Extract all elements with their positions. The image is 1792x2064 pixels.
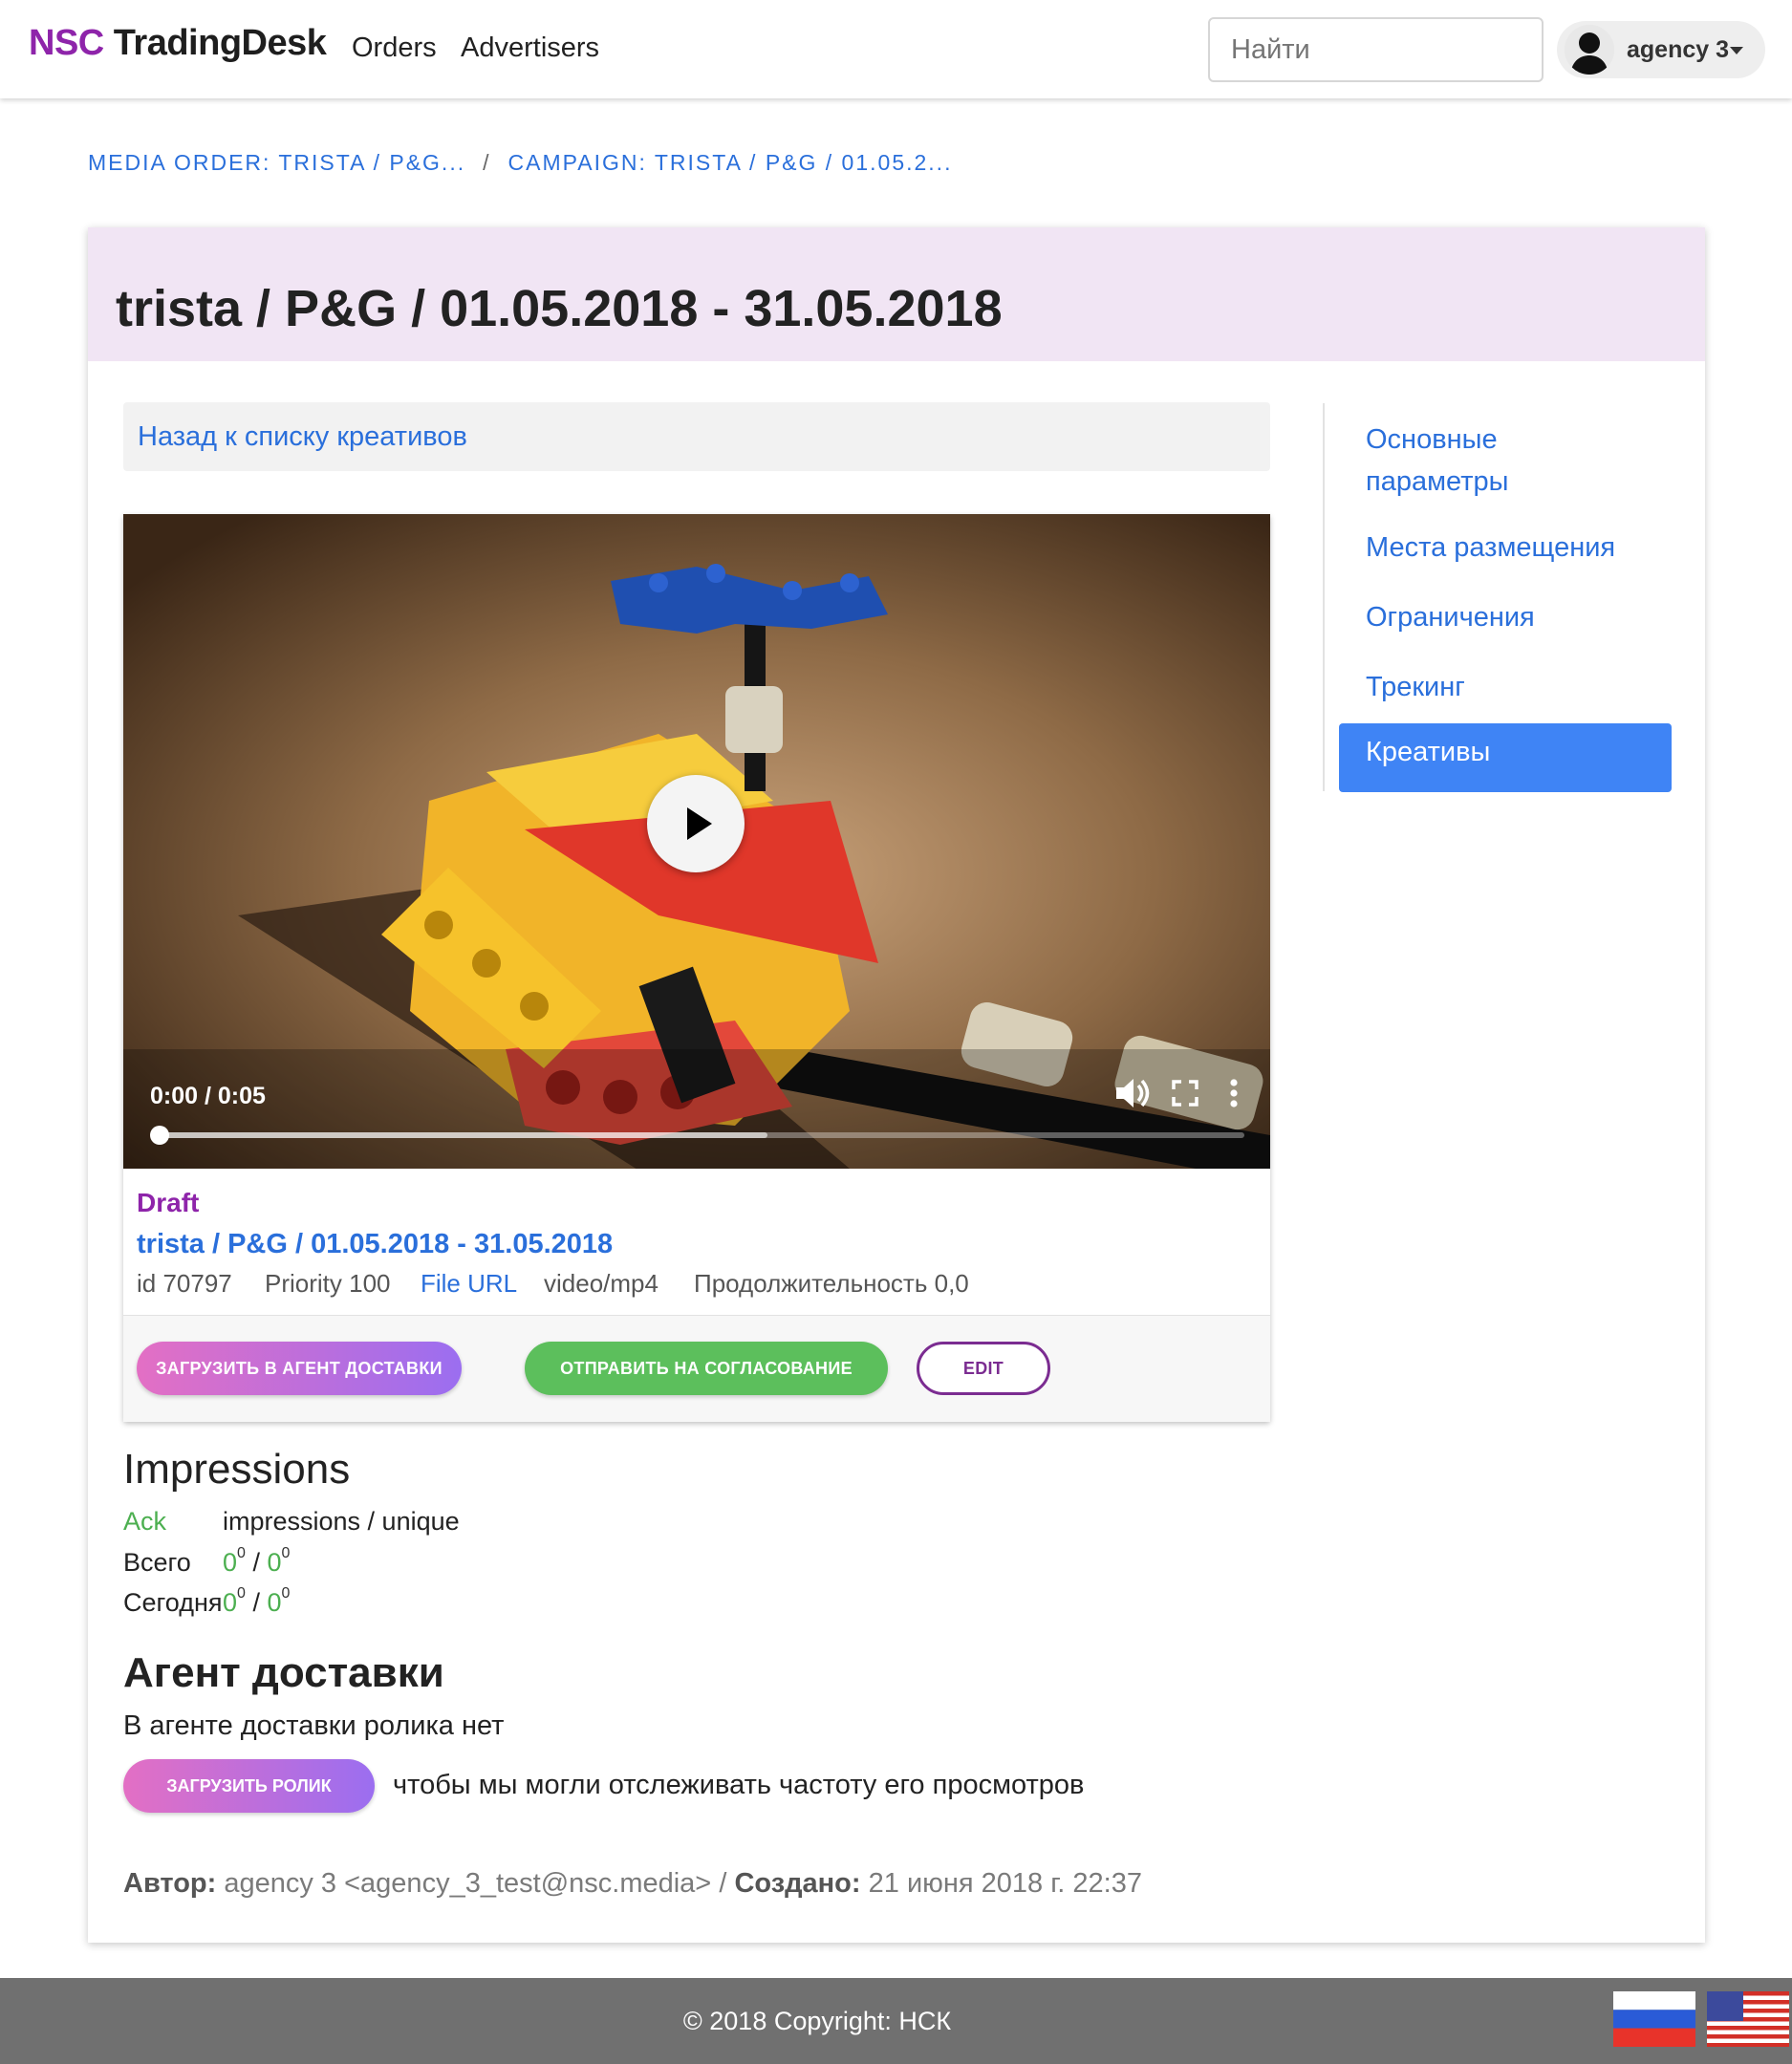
total-impressions-sup: 0	[237, 1545, 246, 1561]
author-line: Автор: agency 3 <agency_3_test@nsc.media…	[123, 1868, 1142, 1900]
author-value: agency 3 <agency_3_test@nsc.media>	[224, 1868, 712, 1899]
impressions-heading: Impressions	[123, 1446, 351, 1493]
creative-priority: Priority 100	[265, 1269, 391, 1298]
impressions-total-label: Всего	[123, 1548, 191, 1577]
footer: © 2018 Copyright: НСК	[0, 1978, 1792, 2064]
search-input[interactable]	[1208, 17, 1544, 82]
impressions-header-row: Ack	[123, 1507, 166, 1537]
delivery-agent-heading: Агент доставки	[123, 1649, 444, 1696]
sidenav-tracking[interactable]: Трекинг	[1366, 666, 1465, 708]
fullscreen-icon[interactable]	[1166, 1072, 1204, 1114]
slash: /	[252, 1548, 260, 1577]
total-impressions: 0	[223, 1548, 238, 1577]
sidenav-divider	[1323, 403, 1325, 791]
play-button[interactable]	[647, 775, 745, 872]
brand-nsc: NSC	[29, 23, 104, 63]
flag-us-icon[interactable]	[1707, 1991, 1789, 2047]
total-unique: 0	[267, 1548, 282, 1577]
user-menu-dropdown[interactable]: agency 3	[1557, 21, 1765, 78]
brand-logo[interactable]: NSC TradingDesk	[29, 23, 327, 64]
today-impressions: 0	[223, 1588, 238, 1617]
video-player[interactable]: 0:00 / 0:05	[123, 514, 1270, 1169]
copyright: © 2018 Copyright: НСК	[682, 2007, 952, 2035]
video-scrubber-handle[interactable]	[150, 1126, 169, 1145]
breadcrumb-media-order[interactable]: MEDIA ORDER: TRISTA / P&G...	[88, 150, 465, 175]
total-unique-sup: 0	[281, 1545, 291, 1561]
sidenav-main-params[interactable]: Основные параметры	[1366, 419, 1508, 503]
brand-tradingdesk: TradingDesk	[113, 23, 327, 63]
sidenav-placements[interactable]: Места размещения	[1366, 527, 1615, 569]
today-unique: 0	[267, 1588, 282, 1617]
top-navbar: NSC TradingDesk Orders Advertisers agenc…	[0, 0, 1792, 98]
breadcrumb: MEDIA ORDER: TRISTA / P&G... / CAMPAIGN: T…	[88, 150, 952, 176]
sidenav-main-params-line2: параметры	[1366, 466, 1509, 497]
load-to-agent-button[interactable]: ЗАГРУЗИТЬ В АГЕНТ ДОСТАВКИ	[137, 1342, 462, 1395]
back-to-creatives-link[interactable]: Назад к списку креативов	[138, 421, 467, 453]
send-for-approval-button[interactable]: ОТПРАВИТЬ НА СОГЛАСОВАНИЕ	[525, 1342, 888, 1395]
creative-duration: Продолжительность 0,0	[694, 1269, 969, 1298]
impressions-total-values: 00 / 00	[223, 1545, 291, 1578]
created-label: Создано:	[734, 1868, 861, 1899]
creative-id: id 70797	[137, 1269, 232, 1298]
creative-actions: ЗАГРУЗИТЬ В АГЕНТ ДОСТАВКИ ОТПРАВИТЬ НА …	[123, 1315, 1270, 1422]
slash: /	[252, 1588, 260, 1617]
sidenav-restrictions[interactable]: Ограничения	[1366, 596, 1535, 638]
creative-card: 0:00 / 0:05 Draft trista / P&G / 01.05.2…	[123, 514, 1270, 1422]
creative-mime: video/mp4	[544, 1269, 659, 1298]
sidenav-creatives[interactable]: Креативы	[1339, 723, 1672, 792]
created-value: 21 июня 2018 г. 22:37	[868, 1868, 1142, 1899]
impressions-columns: impressions / unique	[223, 1507, 460, 1536]
more-options-icon[interactable]	[1215, 1072, 1253, 1114]
today-impressions-sup: 0	[237, 1585, 246, 1602]
video-buffer	[160, 1132, 767, 1138]
file-url-link[interactable]: File URL	[421, 1269, 517, 1299]
user-name: agency 3	[1627, 36, 1730, 63]
chevron-down-icon	[1730, 47, 1743, 54]
video-progress-bar[interactable]	[160, 1132, 1244, 1138]
creative-status: Draft	[137, 1188, 200, 1217]
breadcrumb-separator: /	[483, 150, 491, 175]
sidenav-creatives-label: Креативы	[1366, 737, 1491, 767]
sidenav-main-params-line1: Основные	[1366, 424, 1498, 455]
nav-advertisers[interactable]: Advertisers	[461, 32, 599, 64]
main-card: trista / P&G / 01.05.2018 - 31.05.2018 Н…	[88, 227, 1705, 1943]
author-label: Автор:	[123, 1868, 217, 1899]
page-title: trista / P&G / 01.05.2018 - 31.05.2018	[116, 280, 1003, 337]
today-unique-sup: 0	[281, 1585, 291, 1602]
breadcrumb-campaign[interactable]: CAMPAIGN: TRISTA / P&G / 01.05.2...	[508, 150, 953, 175]
author-separator: /	[719, 1868, 727, 1899]
volume-icon[interactable]	[1112, 1072, 1151, 1114]
creative-name-link[interactable]: trista / P&G / 01.05.2018 - 31.05.2018	[137, 1229, 613, 1260]
avatar	[1565, 25, 1614, 75]
upload-video-button[interactable]: ЗАГРУЗИТЬ РОЛИК	[123, 1759, 375, 1813]
edit-button[interactable]: EDIT	[917, 1342, 1050, 1395]
impressions-today-values: 00 / 00	[223, 1585, 291, 1618]
flag-ru-icon[interactable]	[1613, 1991, 1695, 2047]
video-time: 0:00 / 0:05	[150, 1083, 266, 1109]
card-header: trista / P&G / 01.05.2018 - 31.05.2018	[88, 227, 1705, 361]
delivery-agent-text: В агенте доставки ролика нет	[123, 1710, 505, 1741]
upload-note: чтобы мы могли отслеживать частоту его п…	[393, 1770, 1085, 1800]
back-bar: Назад к списку креативов	[123, 402, 1270, 471]
ack-label: Ack	[123, 1507, 167, 1536]
nav-orders[interactable]: Orders	[352, 32, 437, 64]
impressions-today-label: Сегодня	[123, 1588, 223, 1617]
